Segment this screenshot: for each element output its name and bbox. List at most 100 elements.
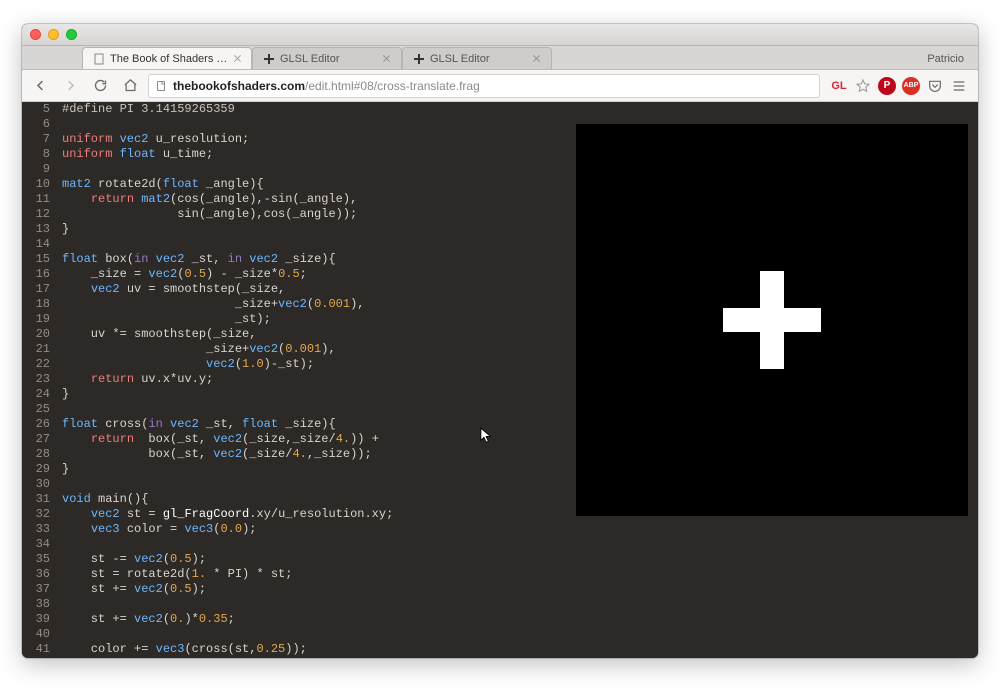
code-line[interactable]: 37 st += vec2(0.5); bbox=[22, 582, 978, 597]
code-text: uniform float u_time; bbox=[62, 147, 213, 162]
code-text: _st); bbox=[62, 312, 271, 327]
bookmark-star-icon[interactable] bbox=[854, 77, 872, 95]
tab-label: GLSL Editor bbox=[280, 53, 340, 65]
line-number: 35 bbox=[22, 552, 62, 567]
code-line[interactable]: 38 bbox=[22, 597, 978, 612]
code-line[interactable]: 40 bbox=[22, 627, 978, 642]
url-text: thebookofshaders.com/edit.html#08/cross-… bbox=[173, 79, 480, 93]
address-bar[interactable]: thebookofshaders.com/edit.html#08/cross-… bbox=[148, 74, 820, 98]
line-number: 39 bbox=[22, 612, 62, 627]
code-text: float cross(in vec2 _st, float _size){ bbox=[62, 417, 336, 432]
window-minimize-button[interactable] bbox=[48, 29, 59, 40]
line-number: 10 bbox=[22, 177, 62, 192]
reload-button[interactable] bbox=[88, 74, 112, 98]
line-number: 22 bbox=[22, 357, 62, 372]
line-number: 26 bbox=[22, 417, 62, 432]
code-line[interactable]: 34 bbox=[22, 537, 978, 552]
close-tab-icon[interactable] bbox=[382, 54, 391, 63]
tab-strip: The Book of Shaders Editor GLSL Editor GLS… bbox=[22, 46, 978, 70]
line-number: 23 bbox=[22, 372, 62, 387]
code-text: vec2 uv = smoothstep(_size, bbox=[62, 282, 285, 297]
line-number: 37 bbox=[22, 582, 62, 597]
code-text: st += vec2(0.)*0.35; bbox=[62, 612, 235, 627]
line-number: 24 bbox=[22, 387, 62, 402]
browser-tab[interactable]: GLSL Editor bbox=[402, 47, 552, 69]
close-tab-icon[interactable] bbox=[233, 54, 241, 63]
line-number: 27 bbox=[22, 432, 62, 447]
code-text: vec2(1.0)-_st); bbox=[62, 357, 314, 372]
pocket-extension-icon[interactable] bbox=[926, 77, 944, 95]
line-number: 19 bbox=[22, 312, 62, 327]
line-number: 20 bbox=[22, 327, 62, 342]
profile-name[interactable]: Patricio bbox=[927, 53, 970, 69]
window-close-button[interactable] bbox=[30, 29, 41, 40]
code-line[interactable]: 36 st = rotate2d(1. * PI) * st; bbox=[22, 567, 978, 582]
plus-icon bbox=[413, 53, 425, 65]
page-icon bbox=[155, 80, 167, 92]
code-line[interactable]: 41 color += vec3(cross(st,0.25)); bbox=[22, 642, 978, 657]
line-number: 16 bbox=[22, 267, 62, 282]
pinterest-extension-icon[interactable]: P bbox=[878, 77, 896, 95]
page-icon bbox=[93, 53, 105, 65]
line-number: 28 bbox=[22, 447, 62, 462]
code-line[interactable]: 33 vec3 color = vec3(0.0); bbox=[22, 522, 978, 537]
line-number: 40 bbox=[22, 627, 62, 642]
browser-tab[interactable]: GLSL Editor bbox=[252, 47, 402, 69]
close-tab-icon[interactable] bbox=[532, 54, 541, 63]
line-number: 5 bbox=[22, 102, 62, 117]
code-text: vec2 st = gl_FragCoord.xy/u_resolution.x… bbox=[62, 507, 393, 522]
gl-extension-icon[interactable]: GL bbox=[830, 77, 848, 95]
code-text: mat2 rotate2d(float _angle){ bbox=[62, 177, 264, 192]
code-text: box(_st, vec2(_size/4.,_size)); bbox=[62, 447, 372, 462]
browser-window: The Book of Shaders Editor GLSL Editor GLS… bbox=[22, 24, 978, 658]
code-text: uniform vec2 u_resolution; bbox=[62, 132, 249, 147]
line-number: 7 bbox=[22, 132, 62, 147]
code-line[interactable]: 39 st += vec2(0.)*0.35; bbox=[22, 612, 978, 627]
page-content: 5#define PI 3.1415926535967uniform vec2 … bbox=[22, 102, 978, 658]
forward-button[interactable] bbox=[58, 74, 82, 98]
code-text: return uv.x*uv.y; bbox=[62, 372, 213, 387]
code-text: float box(in vec2 _st, in vec2 _size){ bbox=[62, 252, 336, 267]
code-text: return box(_st, vec2(_size,_size/4.)) + bbox=[62, 432, 379, 447]
code-text: vec3 color = vec3(0.0); bbox=[62, 522, 256, 537]
line-number: 18 bbox=[22, 297, 62, 312]
line-number: 25 bbox=[22, 402, 62, 417]
tab-label: GLSL Editor bbox=[430, 53, 490, 65]
line-number: 36 bbox=[22, 567, 62, 582]
tab-label: The Book of Shaders Editor bbox=[110, 53, 228, 65]
code-text: sin(_angle),cos(_angle)); bbox=[62, 207, 357, 222]
line-number: 12 bbox=[22, 207, 62, 222]
menu-icon[interactable] bbox=[950, 77, 968, 95]
extension-icons: GL P ABP bbox=[826, 77, 972, 95]
back-button[interactable] bbox=[28, 74, 52, 98]
code-text: _size+vec2(0.001), bbox=[62, 342, 336, 357]
line-number: 21 bbox=[22, 342, 62, 357]
code-text: void main(){ bbox=[62, 492, 148, 507]
code-text: return mat2(cos(_angle),-sin(_angle), bbox=[62, 192, 357, 207]
browser-toolbar: thebookofshaders.com/edit.html#08/cross-… bbox=[22, 70, 978, 102]
code-line[interactable]: 42 bbox=[22, 657, 978, 658]
code-line[interactable]: 5#define PI 3.14159265359 bbox=[22, 102, 978, 117]
home-button[interactable] bbox=[118, 74, 142, 98]
line-number: 8 bbox=[22, 147, 62, 162]
code-text: } bbox=[62, 222, 69, 237]
line-number: 30 bbox=[22, 477, 62, 492]
line-number: 15 bbox=[22, 252, 62, 267]
line-number: 42 bbox=[22, 657, 62, 658]
window-zoom-button[interactable] bbox=[66, 29, 77, 40]
plus-icon bbox=[263, 53, 275, 65]
line-number: 29 bbox=[22, 462, 62, 477]
adblock-extension-icon[interactable]: ABP bbox=[902, 77, 920, 95]
line-number: 14 bbox=[22, 237, 62, 252]
code-line[interactable]: 35 st -= vec2(0.5); bbox=[22, 552, 978, 567]
line-number: 41 bbox=[22, 642, 62, 657]
code-text: } bbox=[62, 387, 69, 402]
window-titlebar bbox=[22, 24, 978, 46]
line-number: 38 bbox=[22, 597, 62, 612]
code-text: #define PI 3.14159265359 bbox=[62, 102, 235, 117]
line-number: 9 bbox=[22, 162, 62, 177]
code-text: uv *= smoothstep(_size, bbox=[62, 327, 256, 342]
browser-tab[interactable]: The Book of Shaders Editor bbox=[82, 47, 252, 69]
shader-canvas[interactable] bbox=[576, 124, 968, 516]
code-text: color += vec3(cross(st,0.25)); bbox=[62, 642, 307, 657]
